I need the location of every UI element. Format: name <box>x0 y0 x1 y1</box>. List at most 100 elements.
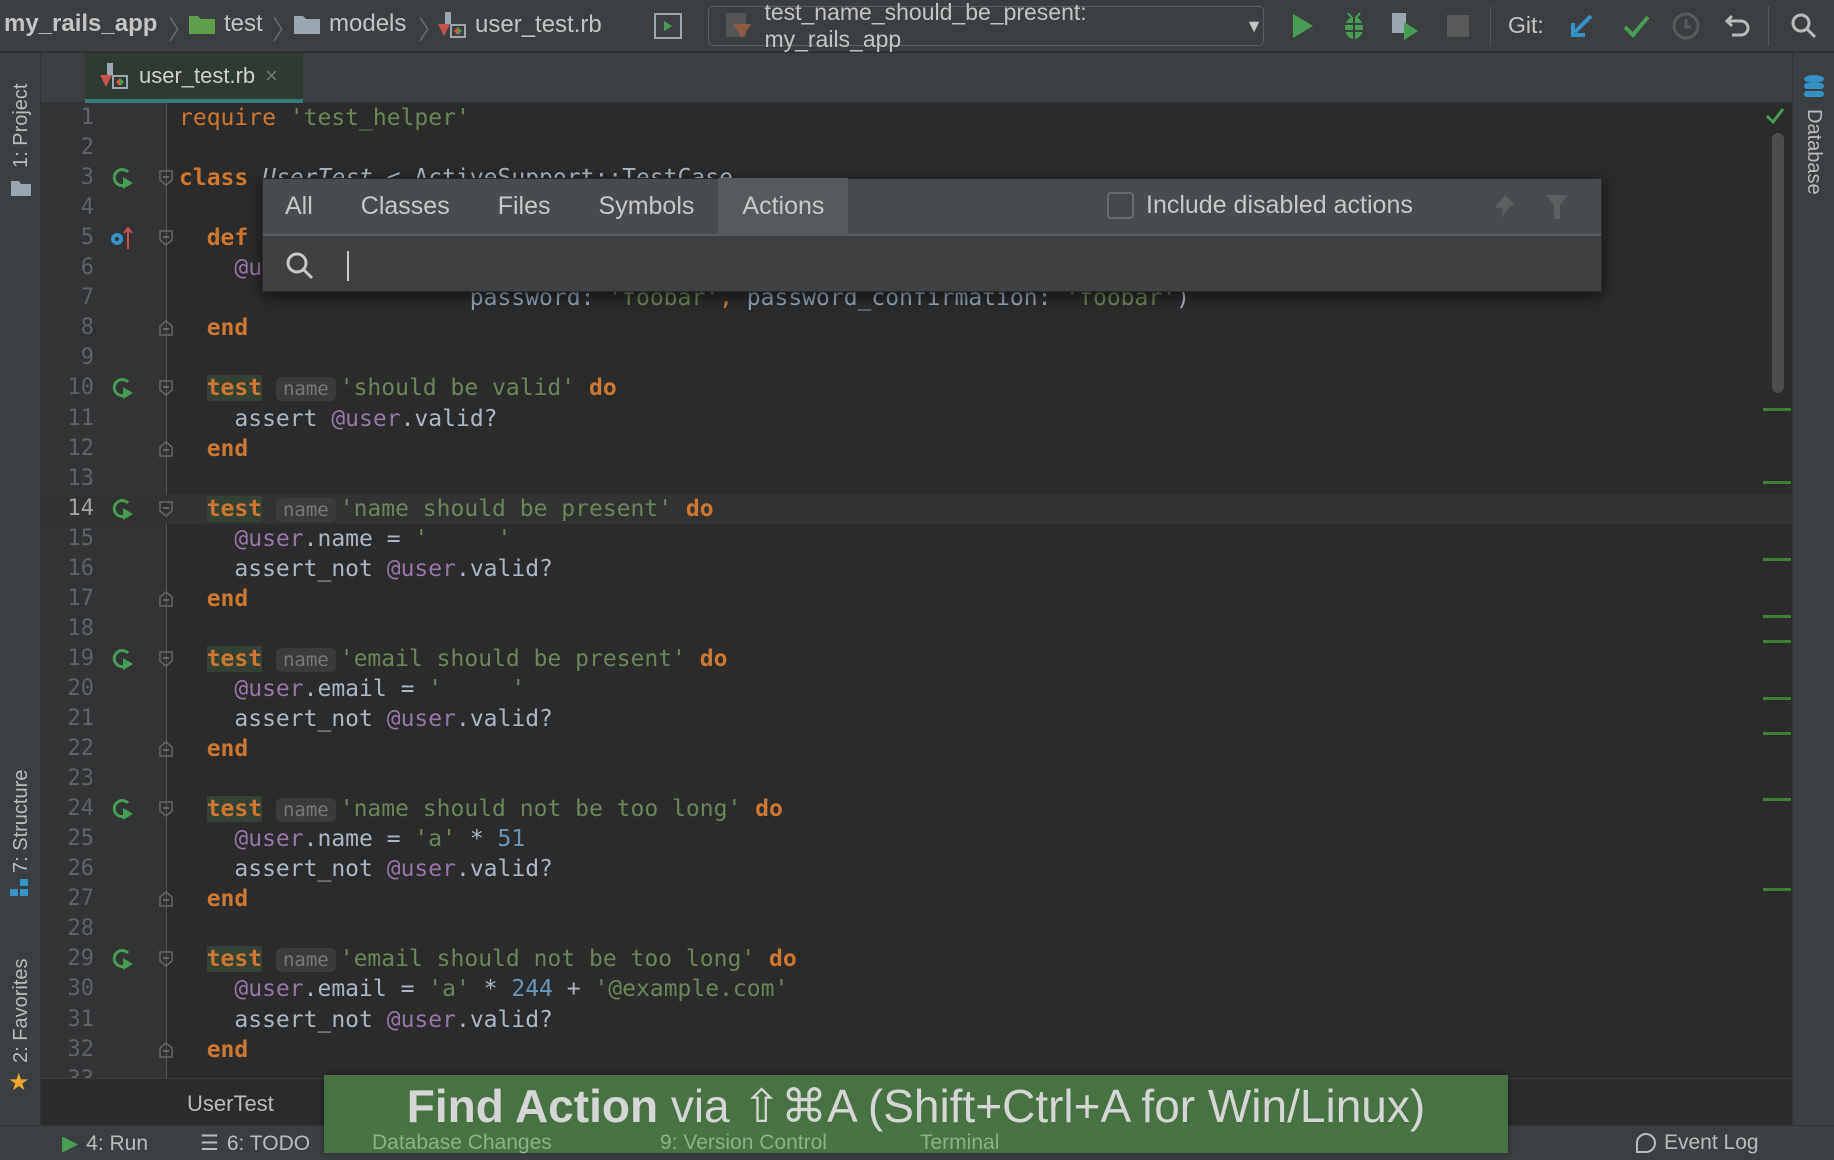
code-line[interactable]: 22 end <box>41 734 1792 764</box>
breadcrumb-test[interactable]: test <box>188 10 263 38</box>
code-line[interactable]: 28 <box>41 914 1792 944</box>
fold-end-icon[interactable] <box>159 440 173 457</box>
fold-collapse-icon[interactable] <box>159 951 173 968</box>
stop-button[interactable] <box>1442 10 1474 42</box>
code-line[interactable]: 9 <box>41 343 1792 373</box>
breadcrumb-label: my_rails_app <box>4 10 158 37</box>
run-test-icon[interactable] <box>109 647 135 671</box>
history-button[interactable] <box>1670 10 1702 42</box>
code-line[interactable]: 12 end <box>41 434 1792 464</box>
filter-icon[interactable] <box>1545 193 1569 221</box>
code-line[interactable]: 10 test name'should be valid' do <box>41 373 1792 403</box>
run-tool-button[interactable]: ▶ 4: Run <box>62 1131 148 1156</box>
fold-collapse-icon[interactable] <box>159 380 173 397</box>
run-test-icon[interactable] <box>109 376 135 400</box>
code-line[interactable]: 16 assert_not @user.valid? <box>41 554 1792 584</box>
fold-end-icon[interactable] <box>159 590 173 607</box>
run-test-icon[interactable] <box>109 797 135 821</box>
run-test-icon[interactable] <box>109 497 135 521</box>
revert-button[interactable] <box>1722 10 1754 42</box>
breadcrumb-models[interactable]: models <box>293 10 406 38</box>
debug-button[interactable] <box>1338 10 1370 42</box>
run-test-icon[interactable] <box>109 166 135 190</box>
code-text: @u <box>179 253 262 283</box>
include-disabled-actions-checkbox[interactable]: Include disabled actions <box>1107 191 1413 220</box>
tab-classes[interactable]: Classes <box>337 178 474 235</box>
checkbox-label: Include disabled actions <box>1146 191 1413 219</box>
breadcrumb-file[interactable]: user_test.rb <box>437 10 602 40</box>
code-line[interactable]: 32 end <box>41 1035 1792 1065</box>
terminal-tool-button[interactable]: Terminal <box>920 1131 999 1155</box>
tab-files[interactable]: Files <box>474 178 575 235</box>
pin-icon[interactable] <box>1491 193 1519 221</box>
code-line[interactable]: 17 end <box>41 584 1792 614</box>
version-control-tool-button[interactable]: 9: Version Control <box>660 1131 827 1155</box>
code-token: .valid? <box>455 706 553 732</box>
fold-collapse-icon[interactable] <box>159 170 173 187</box>
run-configuration-dropdown[interactable]: test_name_should_be_present: my_rails_ap… <box>708 0 1264 52</box>
project-tool-button[interactable]: 1: Project <box>10 84 33 168</box>
code-line[interactable]: 2 <box>41 133 1792 163</box>
code-token: @user <box>234 826 304 853</box>
code-line[interactable]: 30 @user.email = 'a' * 244 + '@example.c… <box>41 974 1792 1004</box>
code-line[interactable]: 20 @user.email = ' ' <box>41 674 1792 704</box>
breadcrumb-project[interactable]: my_rails_app <box>4 10 157 38</box>
code-line[interactable]: 27 end <box>41 884 1792 914</box>
run-test-icon[interactable] <box>109 947 135 971</box>
breadcrumb-usertest[interactable]: UserTest <box>187 1091 274 1117</box>
database-changes-tool-button[interactable]: Database Changes <box>372 1131 552 1155</box>
fold-end-icon[interactable] <box>159 741 173 757</box>
close-icon[interactable]: × <box>265 63 278 89</box>
code-token: 'should be valid' <box>339 375 576 402</box>
git-update-icon <box>1571 14 1593 37</box>
code-line[interactable]: 1 require 'test_helper' <box>41 103 1792 133</box>
git-update-button[interactable] <box>1566 10 1598 42</box>
vertical-scrollbar[interactable] <box>1772 133 1784 393</box>
run-console-icon[interactable] <box>654 13 682 39</box>
structure-tool-button[interactable]: 7: Structure <box>10 770 33 873</box>
coverage-button[interactable] <box>1388 10 1420 42</box>
right-tool-window-strip: Database <box>1792 53 1834 1125</box>
tab-all[interactable]: All <box>263 178 337 235</box>
overrides-method-icon[interactable] <box>109 226 135 250</box>
code-line[interactable]: 21 assert_not @user.valid? <box>41 704 1792 734</box>
fold-collapse-icon[interactable] <box>159 801 173 818</box>
tab-actions[interactable]: Actions <box>718 178 849 235</box>
code-line[interactable]: 25 @user.name = 'a' * 51 <box>41 824 1792 854</box>
line-number: 21 <box>67 706 95 731</box>
line-number: 18 <box>67 615 95 641</box>
database-tool-button[interactable]: Database <box>1802 109 1825 195</box>
code-line[interactable]: 15 @user.name = ' ' <box>41 524 1792 554</box>
search-everywhere-button[interactable] <box>1788 10 1820 42</box>
code-line[interactable]: 18 <box>41 614 1792 644</box>
fold-collapse-icon[interactable] <box>159 230 173 247</box>
code-line[interactable]: 13 <box>41 464 1792 494</box>
fold-end-icon[interactable] <box>159 320 173 337</box>
code-line[interactable]: 31 assert_not @user.valid? <box>41 1005 1792 1035</box>
checkbox[interactable] <box>1107 192 1134 219</box>
run-button[interactable] <box>1286 10 1318 42</box>
code-line[interactable]: 26 assert_not @user.valid? <box>41 854 1792 884</box>
tab-user-test-rb[interactable]: user_test.rb × <box>85 53 303 103</box>
fold-collapse-icon[interactable] <box>159 651 173 667</box>
star-icon: ★ <box>8 1069 30 1096</box>
code-text: end <box>179 1035 249 1065</box>
fold-end-icon[interactable] <box>159 891 173 908</box>
code-line[interactable]: 24 test name'name should not be too long… <box>41 794 1792 824</box>
tab-symbols[interactable]: Symbols <box>575 178 719 235</box>
search-input[interactable] <box>263 238 1601 293</box>
code-line[interactable]: 11 assert @user.valid? <box>41 404 1792 434</box>
code-line[interactable]: 23 <box>41 764 1792 794</box>
git-commit-button[interactable] <box>1620 10 1652 42</box>
favorites-tool-button[interactable]: 2: Favorites <box>10 959 33 1063</box>
fold-end-icon[interactable] <box>159 1041 173 1058</box>
fold-collapse-icon[interactable] <box>159 500 173 517</box>
code-line[interactable]: 8 end <box>41 313 1792 343</box>
event-log-button[interactable]: Event Log <box>1636 1131 1759 1155</box>
todo-tool-button[interactable]: ☰ 6: TODO <box>200 1131 310 1156</box>
code-line[interactable]: 29 test name'email should not be too lon… <box>41 944 1792 974</box>
code-line[interactable]: 14 test name'name should be present' do <box>41 493 1792 524</box>
code-line[interactable]: 19 test name'email should be present' do <box>41 644 1792 674</box>
